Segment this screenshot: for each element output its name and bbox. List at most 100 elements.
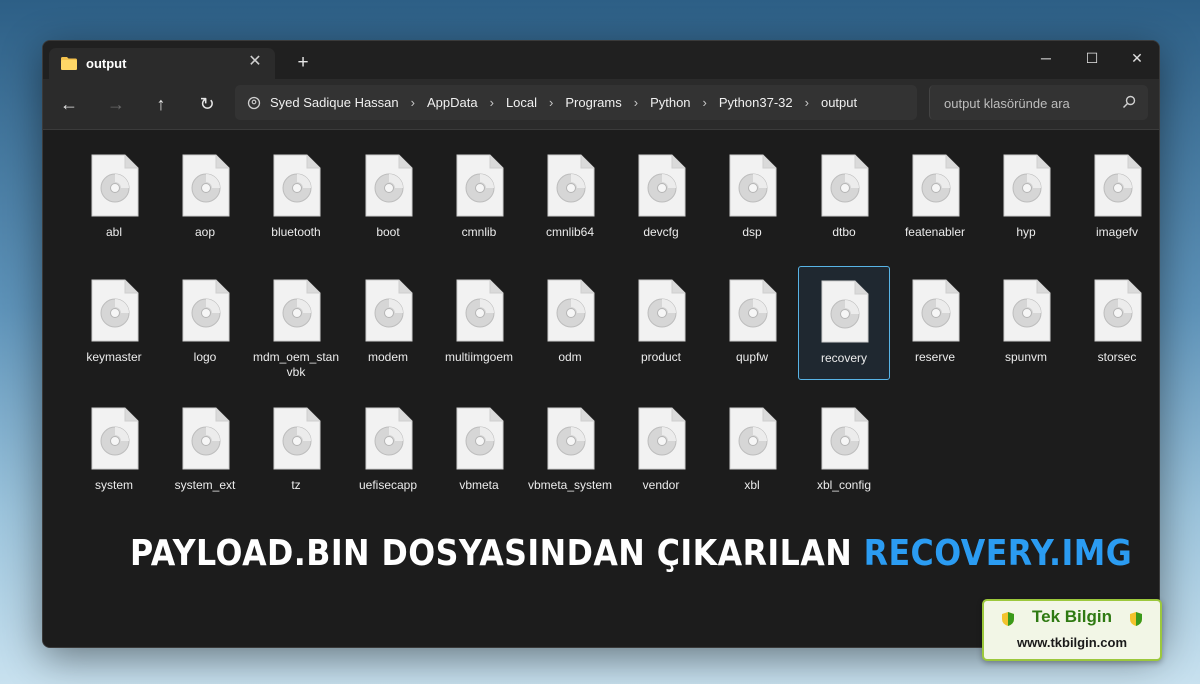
breadcrumb-separator-icon[interactable]: ›: [634, 95, 638, 110]
file-name: abl: [105, 225, 122, 239]
breadcrumb-separator-icon[interactable]: ›: [549, 95, 553, 110]
file-item[interactable]: dsp: [707, 154, 797, 266]
disc-image-file-icon: [456, 407, 504, 470]
address-bar[interactable]: Syed Sadique Hassan › AppData › Local › Progra…: [235, 85, 917, 120]
file-name: bluetooth: [271, 225, 321, 239]
file-item[interactable]: recovery: [798, 266, 890, 380]
breadcrumb-separator-icon[interactable]: ›: [805, 95, 809, 110]
file-item[interactable]: odm: [525, 279, 615, 391]
breadcrumb-item[interactable]: Python37-32: [719, 95, 793, 110]
file-name: reserve: [914, 350, 955, 364]
file-item[interactable]: devcfg: [616, 154, 706, 266]
forward-button[interactable]: →: [101, 90, 131, 118]
file-item[interactable]: vendor: [616, 407, 706, 519]
disc-image-file-icon: [182, 279, 230, 342]
search-icon[interactable]: [1122, 95, 1136, 109]
file-name: boot: [376, 225, 400, 239]
file-item[interactable]: uefisecapp: [343, 407, 433, 519]
file-name: spunvm: [1004, 350, 1048, 364]
file-item[interactable]: system: [69, 407, 159, 519]
file-item[interactable]: reserve: [890, 279, 980, 391]
file-item[interactable]: aop: [160, 154, 250, 266]
breadcrumb-item[interactable]: Programs: [565, 95, 621, 110]
disc-image-file-icon: [91, 279, 139, 342]
disc-image-file-icon: [729, 154, 777, 217]
close-window-button[interactable]: ✕: [1114, 45, 1159, 71]
breadcrumb-separator-icon[interactable]: ›: [490, 95, 494, 110]
file-item[interactable]: abl: [69, 154, 159, 266]
file-name: odm: [558, 350, 582, 364]
file-name: dtbo: [832, 225, 856, 239]
breadcrumb-item[interactable]: AppData: [427, 95, 478, 110]
breadcrumb-item[interactable]: output: [821, 95, 857, 110]
maximize-button[interactable]: ☐: [1069, 45, 1115, 71]
user-folder-icon: [247, 96, 261, 109]
search-input[interactable]: [942, 93, 1116, 113]
file-item[interactable]: multiimgoem: [434, 279, 524, 391]
file-name: modem: [367, 350, 408, 364]
file-name: cmnlib64: [545, 225, 595, 239]
file-name: system_ext: [174, 478, 236, 492]
file-item[interactable]: product: [616, 279, 706, 391]
new-tab-button[interactable]: +: [291, 51, 315, 75]
disc-image-file-icon: [273, 154, 321, 217]
disc-image-file-icon: [729, 407, 777, 470]
file-item[interactable]: xbl: [707, 407, 797, 519]
disc-image-file-icon: [456, 279, 504, 342]
disc-image-file-icon: [273, 407, 321, 470]
file-name: logo: [193, 350, 217, 364]
disc-image-file-icon: [547, 154, 595, 217]
file-name: imagefv: [1095, 225, 1139, 239]
breadcrumb-separator-icon[interactable]: ›: [411, 95, 415, 110]
file-item[interactable]: qupfw: [707, 279, 797, 391]
file-item[interactable]: boot: [343, 154, 433, 266]
back-button[interactable]: ←: [54, 90, 84, 118]
file-name: storsec: [1097, 350, 1137, 364]
file-item[interactable]: system_ext: [160, 407, 250, 519]
file-item[interactable]: logo: [160, 279, 250, 391]
file-item[interactable]: dtbo: [799, 154, 889, 266]
file-item[interactable]: tz: [251, 407, 341, 519]
file-item[interactable]: imagefv: [1072, 154, 1159, 266]
minimize-button[interactable]: ─: [1023, 45, 1069, 71]
file-name: tz: [291, 478, 301, 492]
disc-image-file-icon: [365, 279, 413, 342]
search-box[interactable]: [929, 85, 1148, 120]
file-item[interactable]: keymaster: [69, 279, 159, 391]
file-item[interactable]: bluetooth: [251, 154, 341, 266]
file-name: vendor: [642, 478, 680, 492]
brand-url: www.tkbilgin.com: [1016, 635, 1128, 650]
file-name: devcfg: [643, 225, 679, 239]
file-item[interactable]: vbmeta: [434, 407, 524, 519]
breadcrumb-item[interactable]: Python: [650, 95, 690, 110]
file-name: xbl_config: [816, 478, 872, 492]
up-button[interactable]: ↑: [146, 90, 176, 118]
breadcrumb-separator-icon[interactable]: ›: [703, 95, 707, 110]
breadcrumb-item[interactable]: Local: [506, 95, 537, 110]
file-item[interactable]: cmnlib64: [525, 154, 615, 266]
disc-image-file-icon: [91, 407, 139, 470]
file-item[interactable]: spunvm: [981, 279, 1071, 391]
file-name: vbmeta_system: [527, 478, 613, 492]
file-name: multiimgoem: [444, 350, 513, 364]
file-item[interactable]: xbl_config: [799, 407, 889, 519]
file-item[interactable]: cmnlib: [434, 154, 524, 266]
file-item[interactable]: featenabler: [890, 154, 980, 266]
disc-image-file-icon: [729, 279, 777, 342]
disc-image-file-icon: [273, 279, 321, 342]
file-name: dsp: [742, 225, 762, 239]
tab-output[interactable]: output ✕: [49, 48, 275, 79]
file-item[interactable]: modem: [343, 279, 433, 391]
breadcrumb-item[interactable]: Syed Sadique Hassan: [270, 95, 399, 110]
file-name: recovery: [820, 351, 867, 365]
disc-image-file-icon: [365, 407, 413, 470]
disc-image-file-icon: [456, 154, 504, 217]
file-item[interactable]: mdm_oem_stanvbk: [251, 279, 341, 391]
file-item[interactable]: hyp: [981, 154, 1071, 266]
refresh-button[interactable]: ↻: [192, 90, 222, 118]
tab-close-icon[interactable]: ✕: [245, 52, 265, 72]
file-item[interactable]: vbmeta_system: [525, 407, 615, 519]
headline-accent: RECOVERY.IMG: [863, 533, 1133, 574]
disc-image-file-icon: [638, 407, 686, 470]
file-item[interactable]: storsec: [1072, 279, 1159, 391]
